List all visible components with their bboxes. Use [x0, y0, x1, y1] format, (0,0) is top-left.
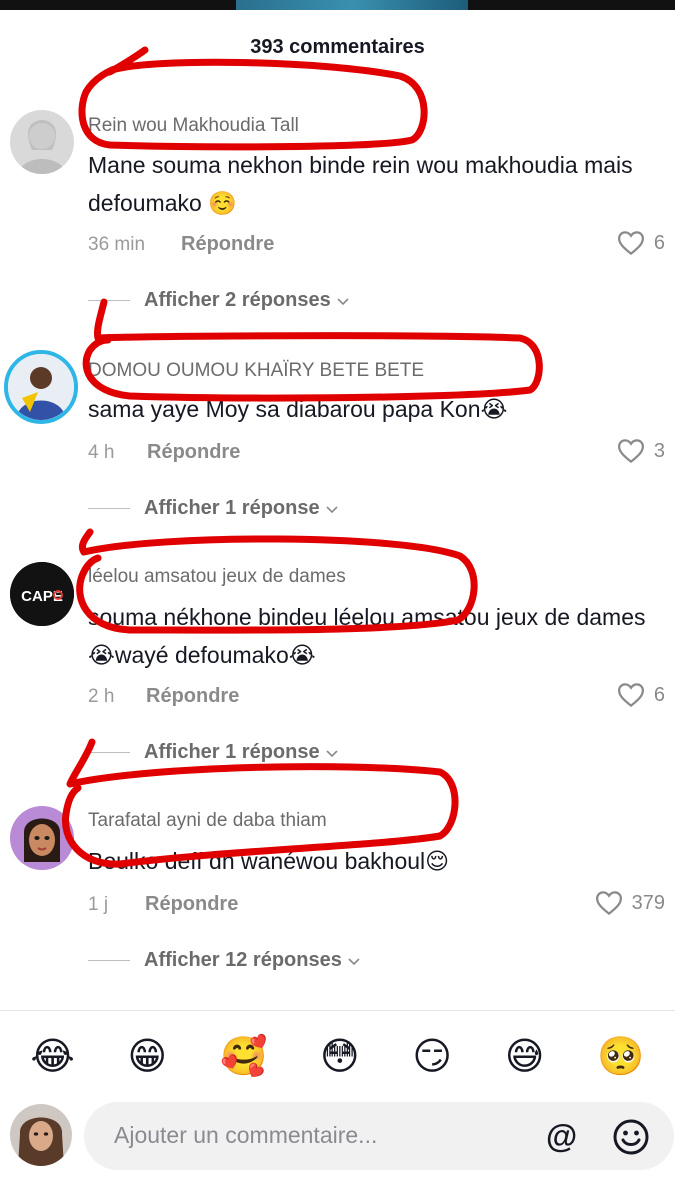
comment-input[interactable]: Ajouter un commentaire... @: [84, 1102, 674, 1170]
comment-time: 4 h: [88, 442, 115, 463]
emoji-button[interactable]: 😁: [128, 1037, 168, 1075]
video-thumbnail[interactable]: [236, 0, 468, 10]
reply-button[interactable]: Répondre: [147, 441, 240, 464]
emoji-button[interactable]: 🥺: [597, 1037, 644, 1075]
like-count: 3: [653, 439, 665, 462]
emoji-button[interactable]: 😂: [30, 1037, 74, 1075]
comment-composer: Ajouter un commentaire... @: [0, 1100, 675, 1200]
chevron-down-icon: [326, 505, 338, 513]
view-replies-label: Afficher 2 réponses: [144, 289, 331, 311]
emoji-button[interactable]: 🥰: [220, 1037, 267, 1075]
like-button[interactable]: 379: [594, 888, 665, 918]
comment-username[interactable]: Tarafatal ayni de daba thiam: [88, 810, 327, 832]
avatar[interactable]: [4, 350, 78, 424]
view-replies-button[interactable]: Afficher 1 réponse: [88, 741, 340, 764]
reply-button[interactable]: Répondre: [181, 233, 274, 256]
mention-icon[interactable]: @: [546, 1118, 577, 1155]
like-count: 6: [653, 683, 665, 706]
like-button[interactable]: 6: [616, 228, 665, 258]
comment-text: souma nékhone bindeu léelou amsatou jeux…: [88, 604, 646, 668]
comment-time: 2 h: [88, 686, 115, 707]
divider: [88, 752, 130, 753]
comment-username[interactable]: DOMOU OUMOU KHAÏRY BETE BETE: [88, 360, 424, 382]
comment-username[interactable]: Rein wou Makhoudia Tall: [88, 115, 299, 137]
avatar[interactable]: [10, 806, 74, 870]
comment-text: sama yaye Moy sa diabarou papa Kon😭: [88, 396, 508, 422]
comment-text: Mane souma nekhon binde rein wou makhoud…: [88, 152, 633, 216]
comments-header: 393 commentaires: [0, 28, 675, 68]
avatar[interactable]: CAPE: [10, 562, 74, 626]
comment-input-placeholder: Ajouter un commentaire...: [114, 1122, 378, 1148]
like-count: 6: [653, 231, 665, 254]
divider: [88, 960, 130, 961]
comment-username[interactable]: léelou amsatou jeux de dames: [88, 566, 346, 588]
view-replies-button[interactable]: Afficher 1 réponse: [88, 497, 340, 520]
emoji-picker-icon[interactable]: [612, 1118, 650, 1156]
emoji-quick-bar: 😂 😁 🥰 😳 😏 😅 🥺: [0, 1010, 675, 1100]
chevron-down-icon: [326, 749, 338, 757]
like-button[interactable]: 3: [616, 436, 665, 466]
view-replies-label: Afficher 12 réponses: [144, 949, 342, 971]
video-strip: [0, 0, 675, 10]
heart-icon: [617, 439, 644, 464]
heart-icon: [595, 891, 622, 916]
emoji-button[interactable]: 😳: [320, 1037, 360, 1075]
view-replies-label: Afficher 1 réponse: [144, 497, 320, 519]
comment-time: 1 j: [88, 894, 109, 915]
comment-text: Boulko deff dh wanéwou bakhoul😌: [88, 848, 450, 874]
emoji-button[interactable]: 😅: [505, 1037, 545, 1075]
heart-icon: [617, 683, 644, 708]
heart-icon: [617, 231, 644, 256]
chevron-down-icon: [348, 957, 360, 965]
comments-count-title: 393 commentaires: [250, 36, 425, 58]
reply-button[interactable]: Répondre: [145, 893, 238, 916]
reply-button[interactable]: Répondre: [146, 685, 239, 708]
current-user-avatar[interactable]: [10, 1104, 72, 1166]
comment-time: 36 min: [88, 234, 146, 255]
like-count: 379: [631, 891, 665, 914]
view-replies-button[interactable]: Afficher 2 réponses: [88, 289, 351, 312]
view-replies-label: Afficher 1 réponse: [144, 741, 320, 763]
emoji-button[interactable]: 😏: [412, 1037, 452, 1075]
annotation-circle: [82, 298, 543, 402]
like-button[interactable]: 6: [616, 680, 665, 710]
divider: [88, 300, 130, 301]
avatar[interactable]: [10, 110, 74, 174]
chevron-down-icon: [337, 297, 349, 305]
divider: [88, 508, 130, 509]
view-replies-button[interactable]: Afficher 12 réponses: [88, 949, 362, 972]
